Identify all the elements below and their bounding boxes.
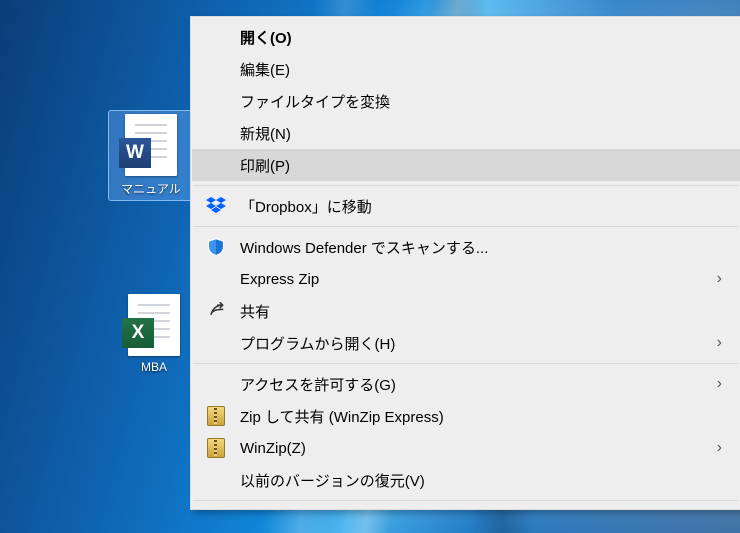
menu-item-label: 編集(E) [240, 59, 290, 80]
menu-item-label: 印刷(P) [240, 155, 290, 176]
menu-item-winzip[interactable]: WinZip(Z) › [192, 432, 740, 464]
menu-item-label: 「Dropbox」に移動 [240, 196, 372, 217]
menu-item-label: Zip して共有 (WinZip Express) [240, 406, 444, 427]
menu-separator [193, 363, 739, 364]
menu-item-label: 共有 [240, 301, 270, 322]
menu-item-new[interactable]: 新規(N) [192, 117, 740, 149]
file-icon: X [128, 294, 180, 356]
menu-item-open-with[interactable]: プログラムから開く(H) › [192, 327, 740, 359]
excel-badge-icon: X [122, 318, 154, 348]
menu-item-label: Windows Defender でスキャンする... [240, 237, 488, 258]
menu-item-edit[interactable]: 編集(E) [192, 53, 740, 85]
menu-item-print[interactable]: 印刷(P) [192, 149, 740, 181]
menu-item-label: プログラムから開く(H) [240, 333, 395, 354]
file-icon: W [125, 114, 177, 176]
desktop-icon-excel[interactable]: X MBA [115, 294, 193, 374]
menu-item-label: WinZip(Z) [240, 440, 306, 457]
context-menu: 開く(O) 編集(E) ファイルタイプを変換 新規(N) 印刷(P) 「Drop… [190, 16, 740, 510]
menu-item-express-zip[interactable]: Express Zip › [192, 263, 740, 295]
chevron-right-icon: › [717, 334, 722, 352]
shield-icon [206, 237, 226, 257]
menu-item-open[interactable]: 開く(O) [192, 21, 740, 53]
chevron-right-icon: › [717, 270, 722, 288]
menu-separator [193, 226, 739, 227]
menu-item-convert-filetype[interactable]: ファイルタイプを変換 [192, 85, 740, 117]
share-icon [206, 301, 226, 321]
chevron-right-icon: › [717, 439, 722, 457]
menu-item-label: Express Zip [240, 271, 319, 288]
menu-item-zip-and-share[interactable]: Zip して共有 (WinZip Express) [192, 400, 740, 432]
winzip-icon [206, 406, 226, 426]
menu-item-label: アクセスを許可する(G) [240, 374, 396, 395]
menu-item-label: 以前のバージョンの復元(V) [240, 470, 425, 491]
menu-item-give-access[interactable]: アクセスを許可する(G) › [192, 368, 740, 400]
menu-item-share[interactable]: 共有 [192, 295, 740, 327]
desktop-icon-word[interactable]: W マニュアル [109, 111, 193, 200]
desktop-icon-label: マニュアル [112, 180, 190, 197]
menu-separator [193, 185, 739, 186]
word-badge-icon: W [119, 138, 151, 168]
menu-item-restore-previous[interactable]: 以前のバージョンの復元(V) [192, 464, 740, 496]
chevron-right-icon: › [717, 375, 722, 393]
menu-item-label: 開く(O) [240, 27, 292, 48]
menu-separator [193, 500, 739, 501]
dropbox-icon [206, 196, 226, 216]
menu-item-move-to-dropbox[interactable]: 「Dropbox」に移動 [192, 190, 740, 222]
desktop-icon-label: MBA [115, 360, 193, 374]
menu-item-defender-scan[interactable]: Windows Defender でスキャンする... [192, 231, 740, 263]
winzip-icon [206, 438, 226, 458]
menu-item-label: ファイルタイプを変換 [240, 91, 390, 112]
menu-item-label: 新規(N) [240, 123, 291, 144]
